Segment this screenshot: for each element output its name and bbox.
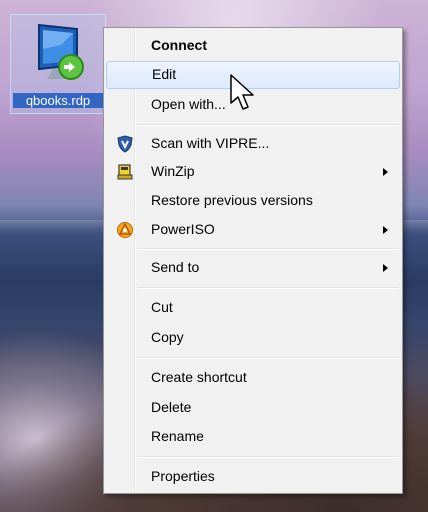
menu-item-rename[interactable]: Rename bbox=[106, 423, 400, 451]
submenu-arrow-icon bbox=[383, 226, 388, 234]
menu-item-label: Delete bbox=[151, 399, 192, 415]
menu-item-scan-with-vipre[interactable]: Scan with VIPRE... bbox=[106, 130, 400, 158]
menu-item-label: Rename bbox=[151, 428, 204, 444]
menu-item-label: Copy bbox=[151, 329, 184, 345]
menu-separator bbox=[137, 248, 399, 250]
menu-item-copy[interactable]: Copy bbox=[106, 324, 400, 352]
vipre-shield-icon bbox=[117, 135, 133, 153]
menu-item-winzip[interactable]: WinZip bbox=[106, 158, 400, 186]
menu-item-label: WinZip bbox=[151, 163, 195, 179]
menu-item-label: Send to bbox=[151, 259, 200, 275]
mouse-pointer-icon bbox=[230, 74, 254, 110]
submenu-arrow-icon bbox=[383, 264, 388, 272]
poweriso-icon bbox=[117, 222, 133, 238]
menu-item-label: PowerISO bbox=[151, 221, 215, 237]
menu-item-cut[interactable]: Cut bbox=[106, 294, 400, 322]
submenu-arrow-icon bbox=[383, 168, 388, 176]
desktop-icon-qbooks-rdp[interactable]: qbooks.rdp bbox=[10, 14, 106, 114]
menu-item-create-shortcut[interactable]: Create shortcut bbox=[106, 364, 400, 392]
menu-item-delete[interactable]: Delete bbox=[106, 394, 400, 422]
menu-item-label: Create shortcut bbox=[151, 369, 247, 385]
menu-item-label: Scan with VIPRE... bbox=[151, 135, 270, 151]
desktop-icon-label: qbooks.rdp bbox=[13, 93, 103, 108]
menu-item-properties[interactable]: Properties bbox=[106, 463, 400, 491]
menu-item-label: Open with... bbox=[151, 96, 226, 112]
winzip-icon bbox=[117, 164, 133, 180]
menu-item-send-to[interactable]: Send to bbox=[106, 254, 400, 282]
menu-separator bbox=[137, 357, 399, 359]
menu-item-label: Edit bbox=[152, 66, 177, 82]
menu-separator bbox=[137, 287, 399, 289]
menu-item-restore-previous-versions[interactable]: Restore previous versions bbox=[106, 187, 400, 215]
menu-item-label: Restore previous versions bbox=[151, 192, 313, 208]
menu-item-label: Properties bbox=[151, 468, 215, 484]
menu-separator bbox=[137, 456, 399, 458]
menu-item-connect[interactable]: Connect bbox=[106, 32, 400, 60]
menu-item-label: Cut bbox=[151, 299, 173, 315]
rdp-file-icon bbox=[38, 23, 84, 80]
menu-separator bbox=[137, 124, 399, 126]
menu-item-poweriso[interactable]: PowerISO bbox=[106, 216, 400, 244]
menu-item-label: Connect bbox=[151, 37, 207, 53]
